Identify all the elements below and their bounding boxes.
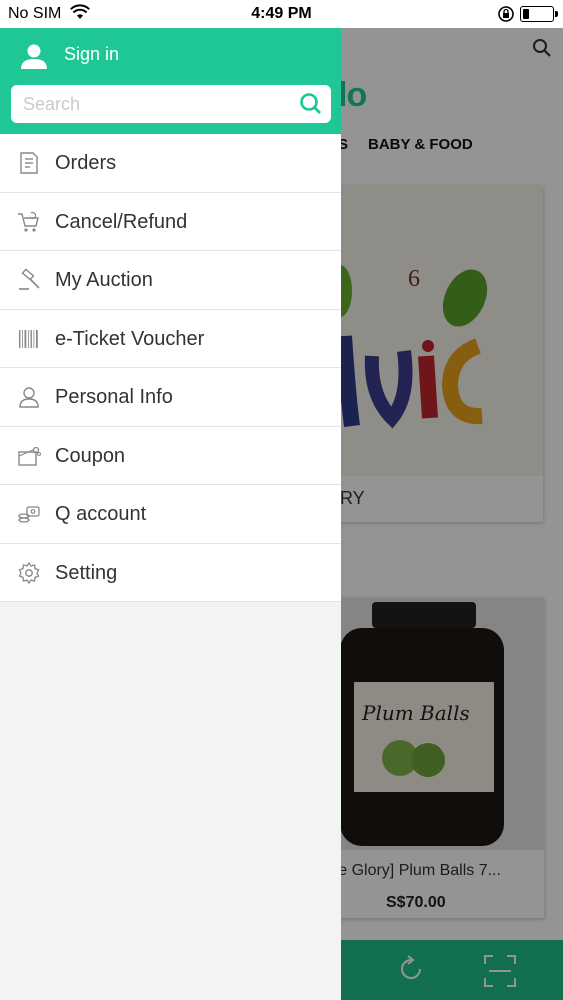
sign-in-link[interactable]: Sign in — [64, 44, 119, 65]
battery-level — [523, 9, 529, 19]
menu-item-e-ticket-voucher[interactable]: e-Ticket Voucher — [0, 310, 341, 368]
menu-item-label: Orders — [55, 152, 117, 174]
search-box[interactable] — [11, 85, 331, 123]
status-bar: No SIM 4:49 PM — [0, 0, 563, 28]
cart-refund-icon — [17, 210, 41, 234]
menu-item-label: Setting — [55, 561, 118, 584]
orders-icon — [17, 151, 41, 175]
menu-item-q-account[interactable]: Q account — [0, 485, 341, 544]
menu-item-label: Personal Info — [55, 386, 173, 408]
rotation-lock-icon — [497, 5, 515, 28]
clock-time: 4:49 PM — [251, 5, 312, 22]
menu-item-my-auction[interactable]: My Auction — [0, 251, 341, 310]
auction-hammer-icon — [17, 268, 41, 292]
person-icon — [17, 385, 41, 409]
gear-icon — [17, 561, 41, 585]
battery-icon — [520, 6, 558, 22]
menu-item-label: Coupon — [55, 444, 126, 467]
menu-item-label: Q account — [55, 503, 147, 525]
menu-item-personal-info[interactable]: Personal Info — [0, 368, 341, 427]
search-input[interactable] — [23, 85, 293, 123]
wallet-icon — [17, 502, 41, 526]
menu-item-label: Cancel/Refund — [55, 210, 188, 233]
coupon-icon — [17, 444, 41, 468]
drawer-menu: Orders Cancel/Refund My Auction e-Ticket… — [0, 134, 341, 602]
side-drawer: Sign in Orders Cancel/Refund My Auction — [0, 28, 341, 1000]
user-icon[interactable] — [20, 42, 48, 75]
menu-item-label: e-Ticket Voucher — [55, 327, 205, 350]
menu-item-coupon[interactable]: Coupon — [0, 427, 341, 485]
drawer-header: Sign in — [0, 28, 341, 134]
menu-item-cancel-refund[interactable]: Cancel/Refund — [0, 193, 341, 251]
menu-item-setting[interactable]: Setting — [0, 544, 341, 602]
search-icon[interactable] — [299, 92, 323, 121]
menu-item-label: My Auction — [55, 269, 153, 291]
barcode-icon — [17, 327, 41, 351]
menu-item-orders[interactable]: Orders — [0, 134, 341, 193]
